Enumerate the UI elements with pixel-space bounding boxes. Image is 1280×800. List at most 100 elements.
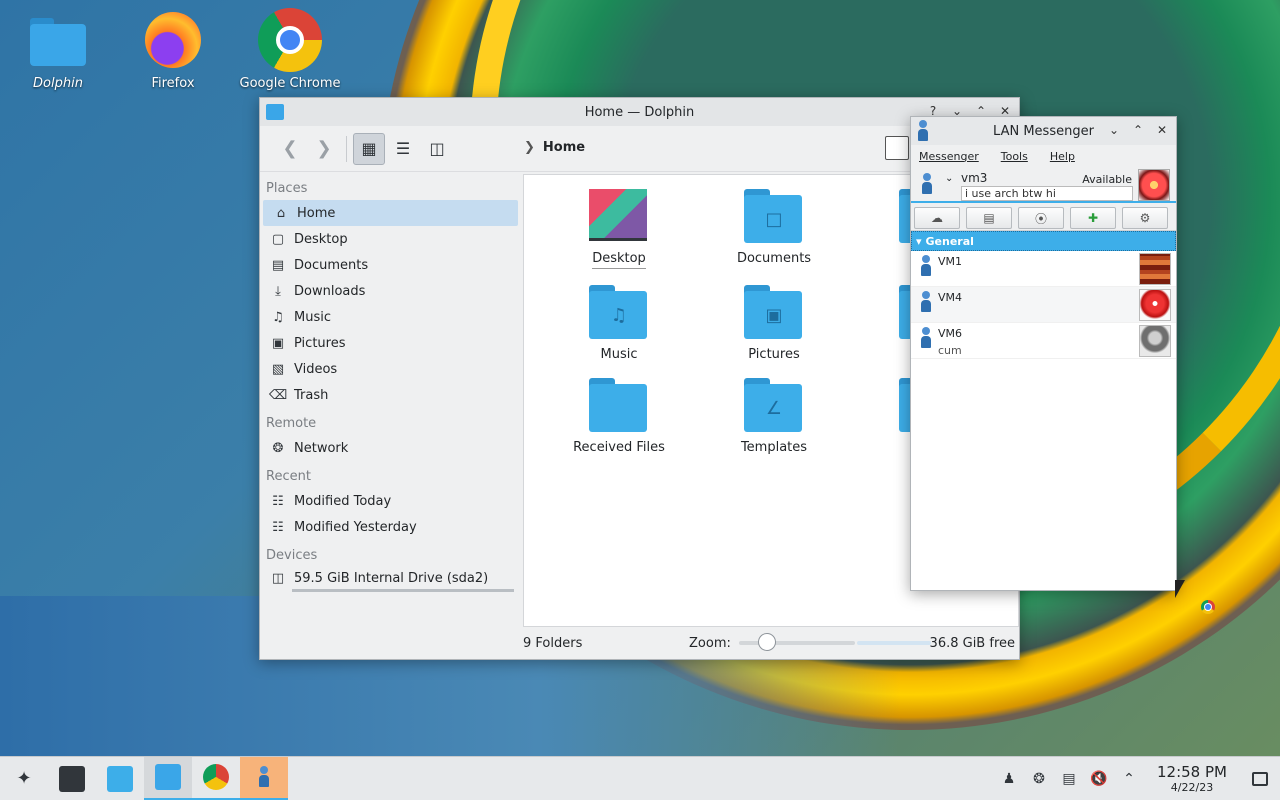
user-avatar[interactable] — [1138, 169, 1170, 201]
forward-button[interactable]: ❯ — [308, 133, 340, 165]
status-bar: 9 Folders Zoom: 36.8 GiB free — [523, 627, 1019, 659]
desktop-icon: ▢ — [271, 231, 285, 247]
chrome-icon — [258, 8, 322, 72]
file-item-music[interactable]: ♫ Music — [564, 285, 674, 362]
dolphin-titlebar[interactable]: Home — Dolphin ? ⌄ ⌃ ✕ — [260, 98, 1019, 126]
places-item-trash[interactable]: ⌫ Trash — [260, 382, 522, 408]
file-icon: ▤ — [983, 211, 995, 225]
drive-icon: ◫ — [271, 570, 285, 586]
folder-icon — [155, 764, 181, 790]
show-desktop-button[interactable] — [1240, 772, 1280, 786]
places-item-videos[interactable]: ▧ Videos — [260, 356, 522, 382]
lan-toolbar: ☁ ▤ ⦿ ✚ ⚙ — [911, 203, 1176, 231]
download-icon: ⤓ — [275, 283, 281, 299]
contact-item[interactable]: VM1 — [911, 251, 1176, 287]
menu-help[interactable]: Help — [1050, 150, 1075, 163]
breadcrumb[interactable]: ❯ Home — [524, 140, 585, 155]
file-item-desktop[interactable]: Desktop — [564, 189, 674, 269]
chevron-left-icon: ❮ — [282, 138, 298, 159]
add-contact-button[interactable]: ✚ — [1070, 207, 1116, 229]
places-item-network[interactable]: ❂ Network — [260, 435, 522, 461]
split-view-icon[interactable] — [885, 136, 909, 160]
user-panel: ⌄ vm3 Available i use arch btw hi — [911, 167, 1176, 203]
minimize-icon[interactable]: ⌄ — [1106, 121, 1122, 139]
clock-date: 4/22/23 — [1170, 781, 1214, 794]
places-panel: Places ⌂ Home ▢ Desktop ▤ Documents ⤓ Do… — [260, 173, 522, 629]
triangle-down-icon: ▾ — [916, 234, 922, 248]
desktop-icon-firefox[interactable]: Firefox — [118, 2, 228, 91]
system-settings-button[interactable] — [48, 757, 96, 800]
icons-view-button[interactable]: ▦ — [353, 132, 385, 165]
free-space-bar — [857, 641, 931, 645]
contact-item[interactable]: VM6 cum — [911, 323, 1176, 359]
places-item-documents[interactable]: ▤ Documents — [260, 252, 522, 278]
music-folder-icon: ♫ — [589, 285, 649, 341]
contact-status-icon — [920, 327, 932, 348]
devices-header: Devices — [266, 548, 318, 563]
places-item-home[interactable]: ⌂ Home — [263, 200, 518, 226]
file-transfer-button[interactable]: ▤ — [966, 207, 1012, 229]
firefox-icon — [141, 8, 205, 72]
digital-clock[interactable]: 12:58 PM 4/22/23 — [1144, 765, 1240, 794]
chat-button[interactable]: ☁ — [914, 207, 960, 229]
places-item-pictures[interactable]: ▣ Pictures — [260, 330, 522, 356]
templates-folder-icon: ∠ — [744, 378, 804, 434]
desktop-icon-google-chrome[interactable]: Google Chrome — [235, 2, 345, 91]
contact-name: VM1 — [938, 255, 963, 268]
places-item-internal-drive[interactable]: ◫ 59.5 GiB Internal Drive (sda2) — [260, 567, 522, 589]
places-item-desktop[interactable]: ▢ Desktop — [260, 226, 522, 252]
details-view-button[interactable]: ◫ — [421, 133, 453, 165]
zoom-slider-handle[interactable] — [758, 633, 777, 651]
breadcrumb-home[interactable]: Home — [543, 140, 585, 155]
chevron-right-icon: ❯ — [524, 140, 535, 155]
task-dolphin[interactable] — [144, 756, 192, 800]
volume-muted-icon[interactable]: 🔇 — [1084, 771, 1114, 787]
folder-count: 9 Folders — [523, 635, 583, 651]
discover-button[interactable] — [96, 757, 144, 800]
compact-view-button[interactable]: ☰ — [387, 133, 419, 165]
menu-messenger[interactable]: Messenger — [919, 150, 979, 163]
file-item-received-files[interactable]: Received Files — [564, 378, 674, 455]
file-item-templates[interactable]: ∠ Templates — [719, 378, 829, 455]
back-button[interactable]: ❮ — [274, 133, 306, 165]
close-icon[interactable]: ✕ — [1154, 121, 1170, 139]
contact-avatar — [1139, 325, 1171, 357]
chrome-icon — [1201, 600, 1215, 614]
application-launcher-button[interactable]: ✦ — [0, 757, 48, 800]
file-item-pictures[interactable]: ▣ Pictures — [719, 285, 829, 362]
places-item-modified-yesterday[interactable]: ☷ Modified Yesterday — [260, 514, 522, 540]
status-note-input[interactable]: i use arch btw hi — [961, 186, 1133, 201]
file-item-documents[interactable]: □ Documents — [719, 189, 829, 269]
group-general[interactable]: ▾ General — [911, 231, 1176, 251]
places-item-music[interactable]: ♫ Music — [260, 304, 522, 330]
task-google-chrome[interactable] — [192, 757, 240, 800]
lan-menubar: Messenger Tools Help — [911, 145, 1176, 167]
folder-icon — [26, 8, 90, 72]
trash-icon: ⌫ — [268, 387, 288, 403]
launcher-icon: ✦ — [16, 768, 32, 789]
task-lan-messenger[interactable] — [240, 756, 288, 800]
user-status[interactable]: Available — [1082, 173, 1132, 186]
zoom-slider[interactable] — [738, 633, 855, 651]
contact-avatar — [1139, 289, 1171, 321]
user-status-icon[interactable] — [921, 173, 933, 195]
menu-tools[interactable]: Tools — [1001, 150, 1028, 163]
shopping-bag-icon — [107, 765, 133, 792]
broadcast-button[interactable]: ⦿ — [1018, 207, 1064, 229]
chevron-down-icon[interactable]: ⌄ — [945, 173, 953, 184]
settings-button[interactable]: ⚙ — [1122, 207, 1168, 229]
desktop-icon-dolphin[interactable]: Dolphin — [3, 2, 113, 91]
network-tray-icon[interactable]: ❂ — [1024, 771, 1054, 787]
lan-messenger-titlebar[interactable]: LAN Messenger ⌄ ⌃ ✕ — [911, 117, 1176, 145]
places-item-modified-today[interactable]: ☷ Modified Today — [260, 488, 522, 514]
lan-messenger-tray-icon[interactable]: ♟ — [994, 771, 1024, 787]
chevron-up-icon[interactable]: ⌃ — [1114, 771, 1144, 787]
clipboard-icon[interactable]: ▤ — [1054, 771, 1084, 787]
user-name: vm3 — [961, 171, 988, 185]
places-item-downloads[interactable]: ⤓ Downloads — [260, 278, 522, 304]
messenger-icon — [258, 766, 270, 788]
rss-icon: ⦿ — [1034, 211, 1047, 226]
desktop-icon-label: Dolphin — [33, 76, 83, 91]
maximize-icon[interactable]: ⌃ — [1130, 121, 1146, 139]
contact-item[interactable]: VM4 — [911, 287, 1176, 323]
